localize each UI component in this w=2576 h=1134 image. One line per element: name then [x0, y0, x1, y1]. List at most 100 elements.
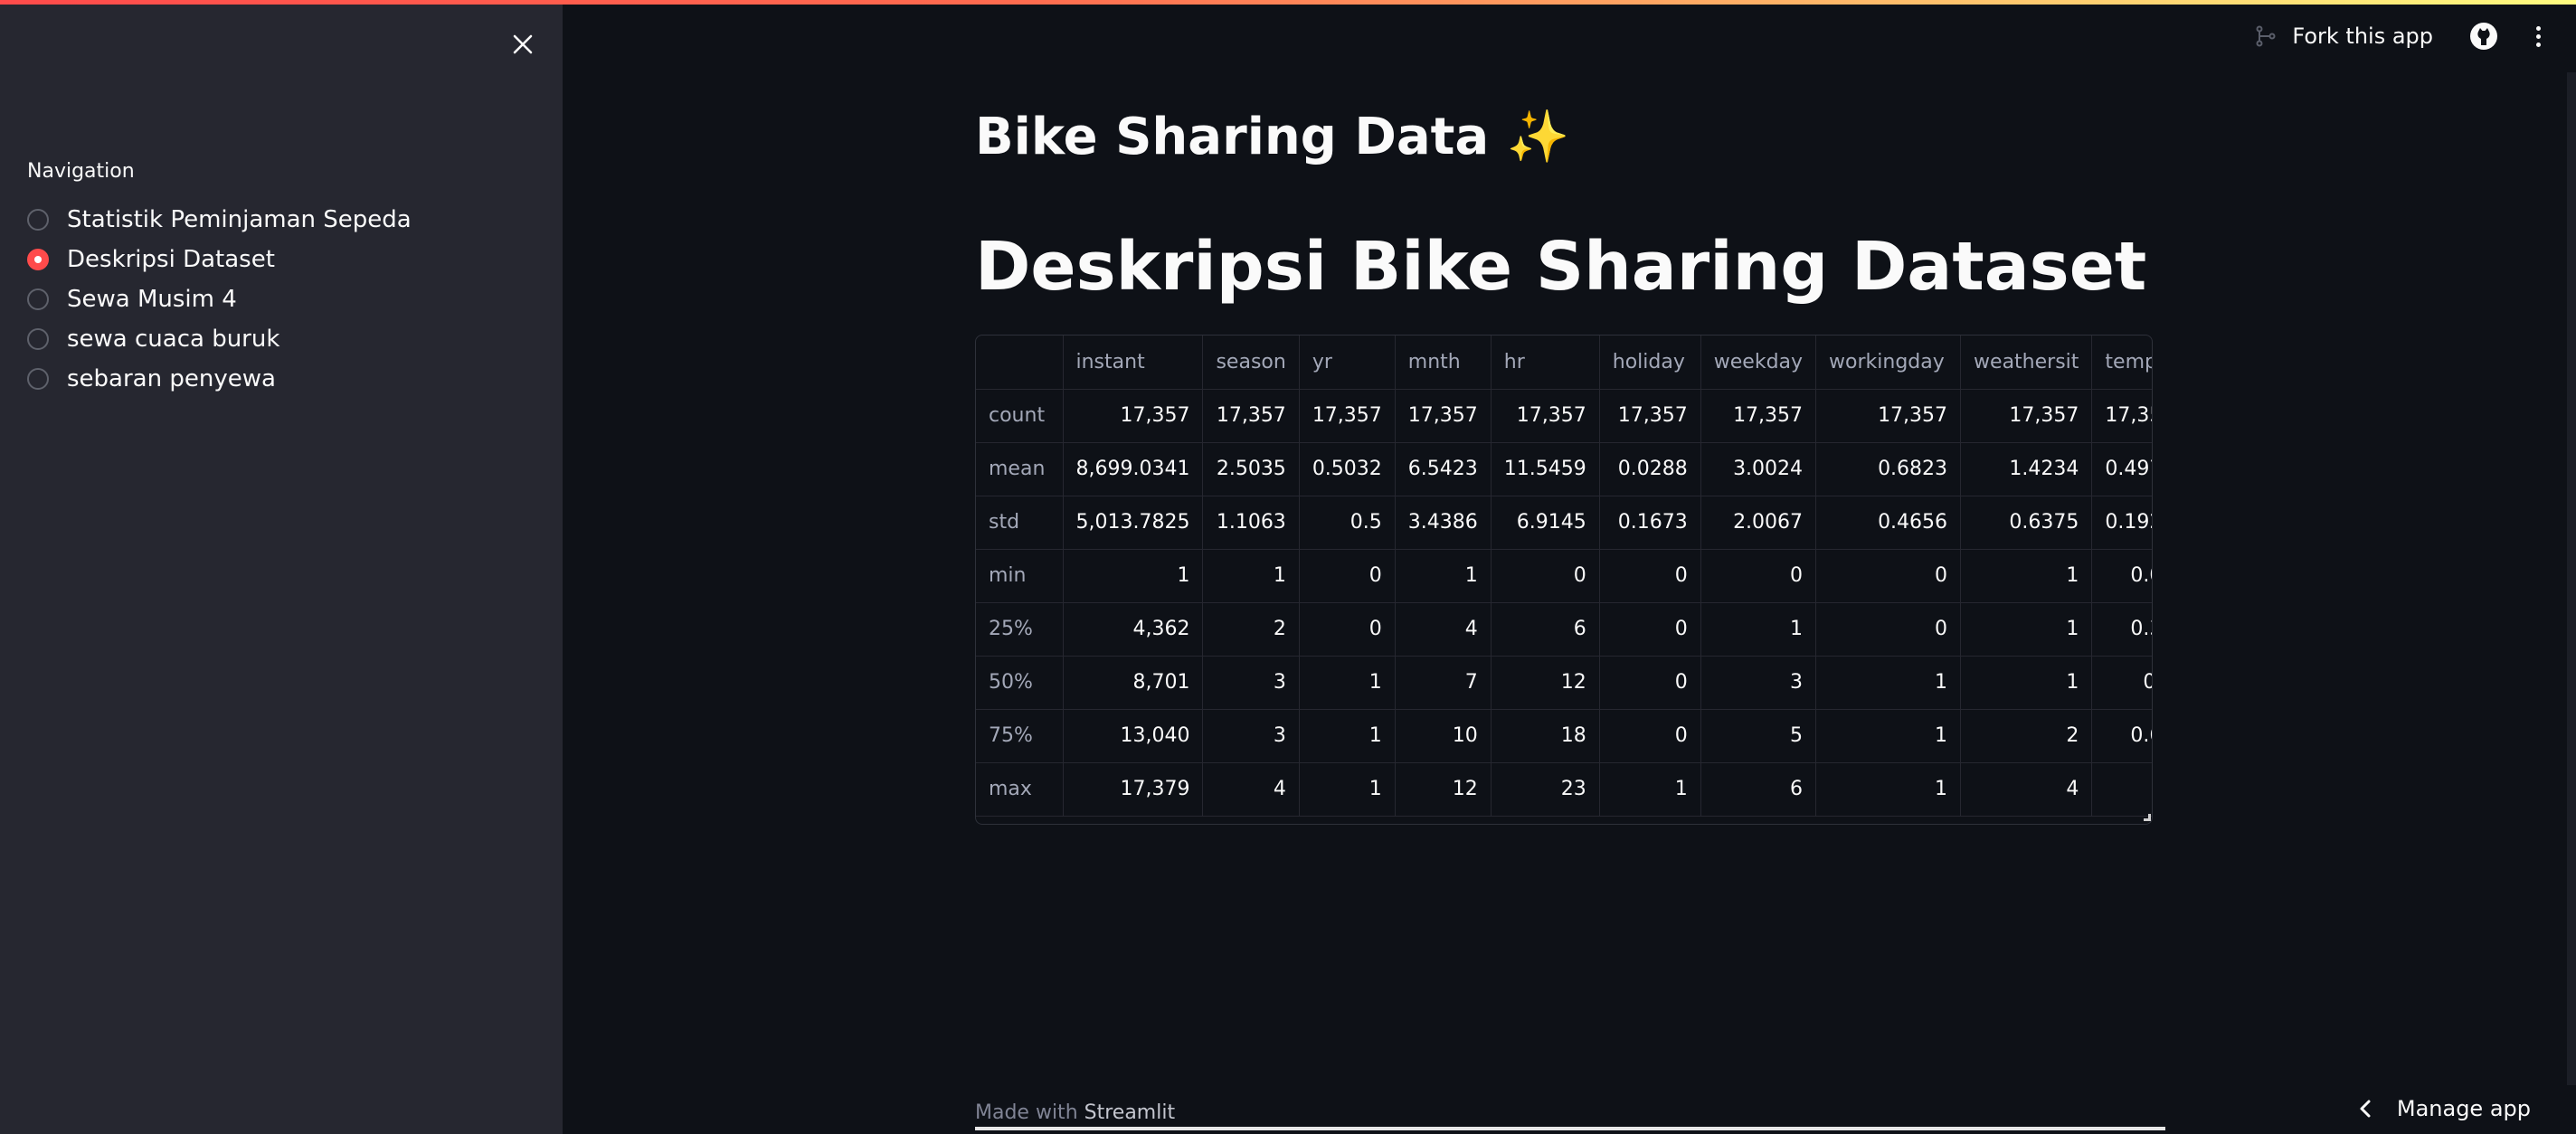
- table-cell[interactable]: 3: [1202, 656, 1300, 710]
- table-cell[interactable]: 0: [1700, 549, 1817, 603]
- table-cell[interactable]: 0.1926: [2091, 496, 2152, 550]
- table-cell[interactable]: 8,701: [1063, 656, 1204, 710]
- table-cell[interactable]: 17,379: [1063, 762, 1204, 817]
- table-cell[interactable]: 1: [1960, 549, 2093, 603]
- table-cell[interactable]: 17,357: [1960, 389, 2093, 443]
- table-cell[interactable]: 0: [1299, 549, 1396, 603]
- table-cell[interactable]: 0.02: [2091, 549, 2152, 603]
- column-header[interactable]: season: [1202, 335, 1300, 390]
- table-cell[interactable]: 0: [1815, 549, 1962, 603]
- table-cell[interactable]: 17,357: [1599, 389, 1701, 443]
- table-cell[interactable]: 4: [1395, 602, 1492, 657]
- table-cell[interactable]: 1.1063: [1202, 496, 1300, 550]
- column-header[interactable]: weathersit: [1960, 335, 2093, 390]
- table-cell[interactable]: 1: [1299, 762, 1396, 817]
- column-header[interactable]: workingday: [1815, 335, 1962, 390]
- table-cell[interactable]: 17,357: [1395, 389, 1492, 443]
- table-cell[interactable]: 1: [2091, 762, 2152, 817]
- radio-unselected-icon[interactable]: [27, 368, 49, 390]
- table-cell[interactable]: 1: [1815, 762, 1962, 817]
- table-cell[interactable]: 1: [1063, 549, 1204, 603]
- table-cell[interactable]: 17,357: [1815, 389, 1962, 443]
- table-cell[interactable]: 0.5032: [1299, 442, 1396, 496]
- table-cell[interactable]: 0: [1491, 549, 1600, 603]
- table-cell[interactable]: 17,357: [1063, 389, 1204, 443]
- table-cell[interactable]: 0.4656: [1815, 496, 1962, 550]
- table-cell[interactable]: 1: [1960, 602, 2093, 657]
- table-cell[interactable]: 0: [1599, 656, 1701, 710]
- column-header[interactable]: yr: [1299, 335, 1396, 390]
- table-cell[interactable]: 1: [1202, 549, 1300, 603]
- radio-unselected-icon[interactable]: [27, 328, 49, 350]
- table-cell[interactable]: 4: [1960, 762, 2093, 817]
- table-cell[interactable]: 10: [1395, 709, 1492, 763]
- table-cell[interactable]: 1: [1299, 709, 1396, 763]
- table-cell[interactable]: 1: [1700, 602, 1817, 657]
- table-cell[interactable]: 0: [1599, 709, 1701, 763]
- table-cell[interactable]: 1: [1815, 709, 1962, 763]
- streamlit-link[interactable]: Streamlit: [1084, 1101, 1175, 1124]
- table-cell[interactable]: 1: [1815, 656, 1962, 710]
- table-cell[interactable]: 3.4386: [1395, 496, 1492, 550]
- table-cell[interactable]: 3: [1700, 656, 1817, 710]
- column-header[interactable]: weekday: [1700, 335, 1817, 390]
- table-cell[interactable]: 2: [1202, 602, 1300, 657]
- column-header[interactable]: hr: [1491, 335, 1600, 390]
- column-header[interactable]: instant: [1063, 335, 1204, 390]
- table-cell[interactable]: 0: [1599, 549, 1701, 603]
- table-cell[interactable]: 0.66: [2091, 709, 2152, 763]
- column-header[interactable]: holiday: [1599, 335, 1701, 390]
- table-cell[interactable]: 0: [1599, 602, 1701, 657]
- table-cell[interactable]: 11.5459: [1491, 442, 1600, 496]
- table-cell[interactable]: 17,357: [1299, 389, 1396, 443]
- table-cell[interactable]: 1: [1960, 656, 2093, 710]
- dataframe[interactable]: instant season yr mnth hr holiday weekday worki…: [975, 335, 2153, 825]
- main-menu-button[interactable]: [2527, 20, 2549, 52]
- table-cell[interactable]: 0.6823: [1815, 442, 1962, 496]
- table-cell[interactable]: 23: [1491, 762, 1600, 817]
- table-cell[interactable]: 4,362: [1063, 602, 1204, 657]
- table-cell[interactable]: 4: [1202, 762, 1300, 817]
- column-header[interactable]: [976, 335, 1064, 390]
- radio-unselected-icon[interactable]: [27, 209, 49, 231]
- table-cell[interactable]: 18: [1491, 709, 1600, 763]
- nav-radio-item[interactable]: Sewa Musim 4: [27, 279, 412, 319]
- table-cell[interactable]: 17,357: [1202, 389, 1300, 443]
- fork-app-button[interactable]: Fork this app: [2254, 24, 2433, 49]
- column-header[interactable]: mnth: [1395, 335, 1492, 390]
- table-cell[interactable]: 17,357: [1491, 389, 1600, 443]
- table-cell[interactable]: 8,699.0341: [1063, 442, 1204, 496]
- column-header[interactable]: temp: [2091, 335, 2152, 390]
- table-cell[interactable]: 0.6375: [1960, 496, 2093, 550]
- table-cell[interactable]: 0.0288: [1599, 442, 1701, 496]
- table-cell[interactable]: 0.1673: [1599, 496, 1701, 550]
- table-cell[interactable]: 1: [1299, 656, 1396, 710]
- table-cell[interactable]: 6: [1700, 762, 1817, 817]
- table-cell[interactable]: 2.5035: [1202, 442, 1300, 496]
- nav-radio-item[interactable]: sewa cuaca buruk: [27, 319, 412, 359]
- radio-unselected-icon[interactable]: [27, 288, 49, 310]
- manage-app-button[interactable]: Manage app: [2357, 1096, 2531, 1121]
- table-cell[interactable]: 2.0067: [1700, 496, 1817, 550]
- table-cell[interactable]: 12: [1395, 762, 1492, 817]
- table-cell[interactable]: 0: [1299, 602, 1396, 657]
- close-sidebar-button[interactable]: [507, 28, 539, 61]
- table-cell[interactable]: 0: [1815, 602, 1962, 657]
- table-cell[interactable]: 17,357: [1700, 389, 1817, 443]
- table-cell[interactable]: 13,040: [1063, 709, 1204, 763]
- page-scrollbar[interactable]: [2567, 72, 2576, 1085]
- table-cell[interactable]: 1.4234: [1960, 442, 2093, 496]
- table-cell[interactable]: 0.34: [2091, 602, 2152, 657]
- dataframe-resize-handle[interactable]: [2144, 814, 2151, 821]
- table-cell[interactable]: 6.5423: [1395, 442, 1492, 496]
- nav-radio-item[interactable]: Statistik Peminjaman Sepeda: [27, 200, 412, 240]
- table-cell[interactable]: 2: [1960, 709, 2093, 763]
- nav-radio-item[interactable]: Deskripsi Dataset: [27, 240, 412, 279]
- table-cell[interactable]: 5: [1700, 709, 1817, 763]
- table-cell[interactable]: 1: [1599, 762, 1701, 817]
- github-button[interactable]: [2467, 20, 2500, 52]
- nav-radio-item[interactable]: sebaran penyewa: [27, 359, 412, 399]
- table-cell[interactable]: 6.9145: [1491, 496, 1600, 550]
- table-cell[interactable]: 3: [1202, 709, 1300, 763]
- table-cell[interactable]: 7: [1395, 656, 1492, 710]
